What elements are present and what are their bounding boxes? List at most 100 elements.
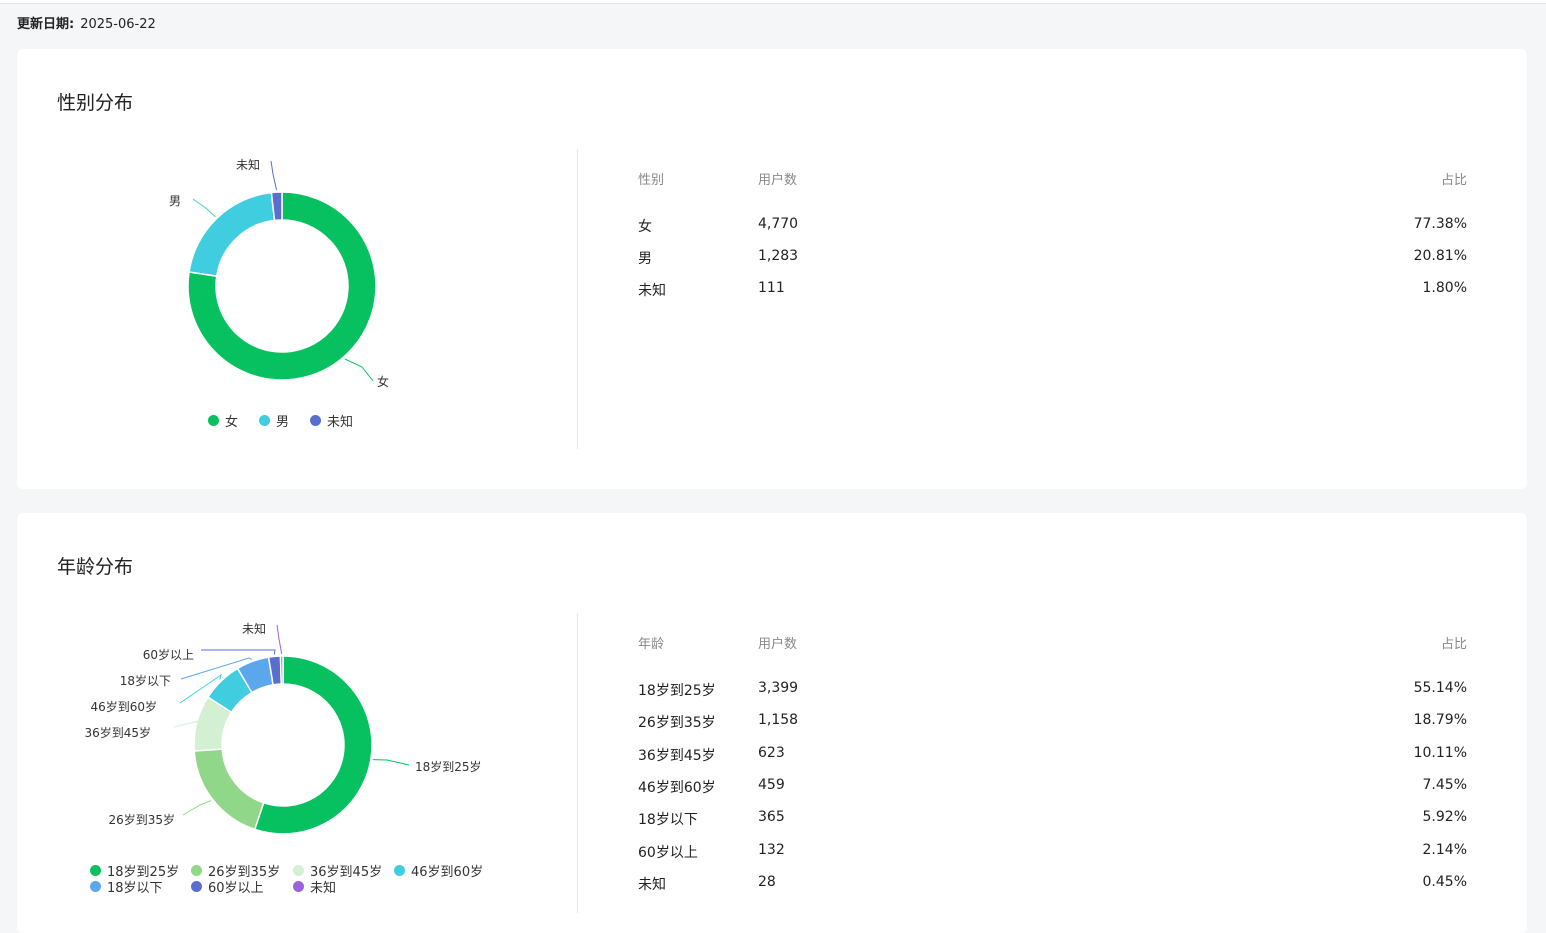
legend-dot-icon xyxy=(259,415,270,426)
row-count: 623 xyxy=(758,744,785,761)
legend-item[interactable]: 60岁以上 xyxy=(191,877,264,896)
age-table-row: 18岁到25岁 3,399 55.14% xyxy=(638,680,1467,700)
slice-label: 26岁到35岁 xyxy=(108,812,175,827)
gender-table-row: 男 1,283 20.81% xyxy=(638,248,1467,268)
leader-line xyxy=(270,160,278,191)
row-count: 4,770 xyxy=(758,216,799,232)
divider xyxy=(577,149,578,449)
legend-dot-icon xyxy=(90,881,101,892)
age-table-row: 46岁到60岁 459 7.45% xyxy=(638,777,1467,797)
age-table-row: 26岁到35岁 1,158 18.79% xyxy=(638,712,1467,732)
legend-item[interactable]: 未知 xyxy=(293,877,336,896)
legend-dot-icon xyxy=(293,865,304,876)
update-date: 更新日期: 2025-06-22 xyxy=(17,13,156,32)
gender-table-row: 女 4,770 77.38% xyxy=(638,216,1467,236)
leader-line xyxy=(192,198,216,218)
slice-label: 46岁到60岁 xyxy=(90,699,157,714)
age-card: 年龄分布 18岁到25岁 26岁到35岁 36岁到45岁 46岁到60岁 18岁以下 60… xyxy=(17,513,1527,933)
row-count: 132 xyxy=(758,841,785,858)
slice-label: 18岁以下 xyxy=(120,673,171,688)
col-header-gender: 性别 xyxy=(638,173,665,188)
slice-label: 未知 xyxy=(242,622,266,636)
legend-label: 未知 xyxy=(310,881,337,896)
col-header-ratio: 占比 xyxy=(1440,173,1467,188)
legend-item[interactable]: 46岁到60岁 xyxy=(394,861,483,880)
slice-label: 男 xyxy=(169,194,181,208)
slice-label: 18岁到25岁 xyxy=(415,759,482,774)
row-label: 60岁以上 xyxy=(638,844,698,861)
row-percent: 5.92% xyxy=(1422,809,1467,826)
row-label: 36岁到45岁 xyxy=(638,747,716,764)
row-count: 111 xyxy=(758,280,785,296)
col-header-users: 用户数 xyxy=(758,637,798,652)
row-count: 1,158 xyxy=(758,712,799,729)
row-count: 365 xyxy=(758,809,785,826)
row-percent: 20.81% xyxy=(1413,248,1467,264)
legend-label: 女 xyxy=(225,415,239,430)
legend-dot-icon xyxy=(90,865,101,876)
legend-label: 18岁以下 xyxy=(107,881,163,896)
legend-item[interactable]: 未知 xyxy=(310,411,353,430)
gender-card: 性别分布 女男未知 女男未知 性别 用户数 占比 女 4,770 77.38% 男 1,… xyxy=(17,49,1527,489)
row-percent: 10.11% xyxy=(1413,744,1467,761)
leader-line xyxy=(182,800,212,816)
gender-table-row: 未知 111 1.80% xyxy=(638,280,1467,300)
leader-line xyxy=(344,358,374,382)
top-border xyxy=(0,0,1546,4)
legend-item[interactable]: 女 xyxy=(208,411,238,430)
donut-slice[interactable] xyxy=(279,655,284,685)
legend-dot-icon xyxy=(293,881,304,892)
legend-label: 60岁以上 xyxy=(208,881,264,896)
legend-item[interactable]: 男 xyxy=(259,411,289,430)
row-count: 1,283 xyxy=(758,248,799,264)
divider xyxy=(577,613,578,913)
row-label: 男 xyxy=(638,251,652,267)
legend-dot-icon xyxy=(310,415,321,426)
row-percent: 0.45% xyxy=(1422,873,1467,890)
row-percent: 2.14% xyxy=(1422,841,1467,858)
leader-line xyxy=(276,624,283,655)
gender-table: 性别 用户数 占比 女 4,770 77.38% 男 1,283 20.81% 未知 111 1… xyxy=(638,169,1467,299)
leader-line xyxy=(201,649,276,655)
row-label: 18岁到25岁 xyxy=(638,683,716,699)
leader-line xyxy=(372,759,410,766)
col-header-users: 用户数 xyxy=(758,173,798,188)
row-label: 26岁到35岁 xyxy=(638,715,716,732)
slice-label: 36岁到45岁 xyxy=(84,725,151,740)
slice-label: 未知 xyxy=(236,158,260,172)
age-table-row: 18岁以下 365 5.92% xyxy=(638,809,1467,829)
row-percent: 1.80% xyxy=(1422,280,1467,296)
legend-label: 男 xyxy=(276,415,290,430)
legend-item[interactable]: 18岁以下 xyxy=(90,877,163,896)
legend-dot-icon xyxy=(191,865,202,876)
row-count: 459 xyxy=(758,776,785,793)
col-header-ratio: 占比 xyxy=(1440,637,1467,652)
legend-label: 46岁到60岁 xyxy=(411,865,484,880)
legend-dot-icon xyxy=(208,415,219,426)
legend-dot-icon xyxy=(394,865,405,876)
legend-dot-icon xyxy=(191,881,202,892)
donut-slice[interactable] xyxy=(193,748,265,831)
row-percent: 77.38% xyxy=(1413,216,1467,232)
update-date-value: 2025-06-22 xyxy=(80,17,156,32)
row-label: 18岁以下 xyxy=(638,812,698,829)
row-label: 未知 xyxy=(638,283,666,299)
row-label: 女 xyxy=(638,219,652,235)
slice-label: 女 xyxy=(377,374,389,389)
row-count: 28 xyxy=(758,873,776,890)
age-table-row: 36岁到45岁 623 10.11% xyxy=(638,745,1467,765)
age-table-row: 60岁以上 132 2.14% xyxy=(638,842,1467,862)
slice-label: 60岁以上 xyxy=(143,647,194,662)
row-percent: 7.45% xyxy=(1422,776,1467,793)
row-count: 3,399 xyxy=(758,680,799,696)
age-table: 年龄 用户数 占比 18岁到25岁 3,399 55.14% 26岁到35岁 1,158… xyxy=(638,633,1467,893)
legend-label: 未知 xyxy=(327,415,354,430)
row-label: 未知 xyxy=(638,876,666,893)
row-label: 46岁到60岁 xyxy=(638,779,716,796)
gender-table-header: 性别 用户数 占比 xyxy=(638,169,1467,189)
col-header-age: 年龄 xyxy=(638,637,665,652)
gender-donut-chart: 女 男 未知 xyxy=(169,158,389,389)
row-percent: 55.14% xyxy=(1413,680,1467,696)
update-date-label: 更新日期: xyxy=(17,17,75,32)
row-percent: 18.79% xyxy=(1413,712,1467,729)
